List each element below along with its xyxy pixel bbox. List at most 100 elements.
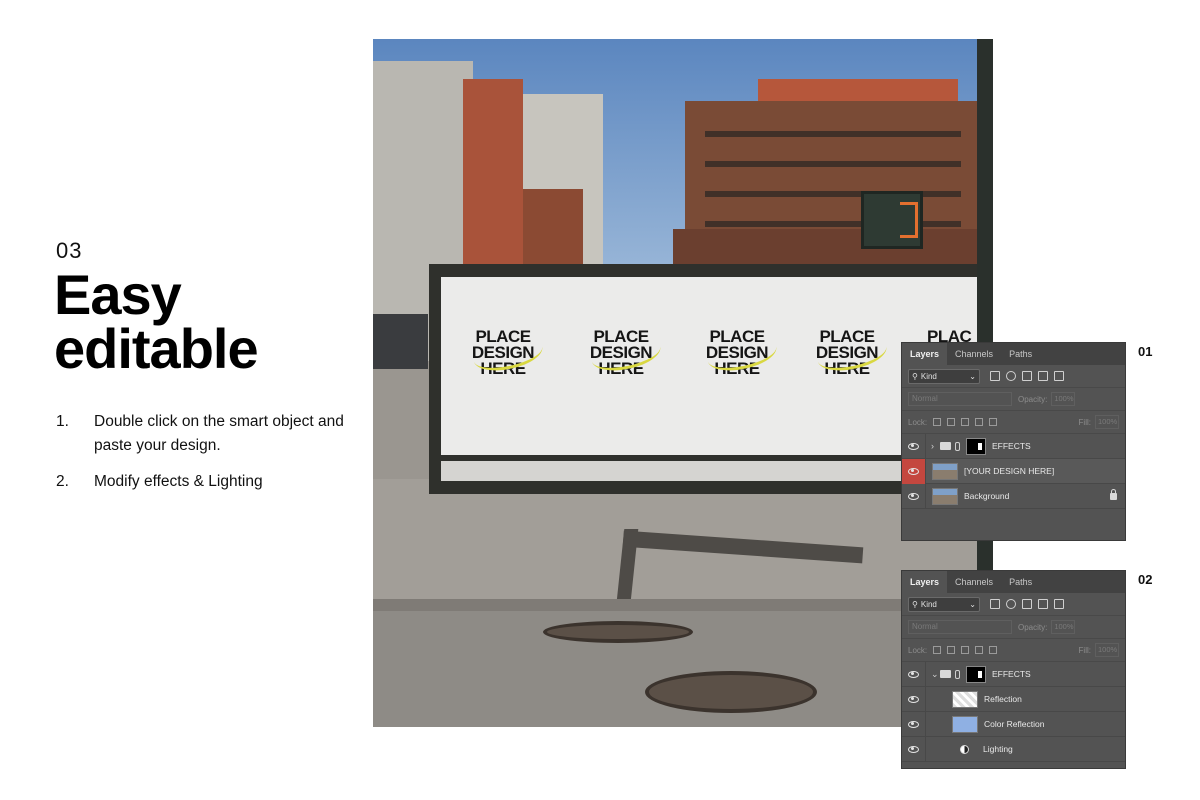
- instruction-item: 1. Double click on the smart object and …: [56, 410, 356, 458]
- blend-mode-select[interactable]: Normal: [908, 392, 1012, 406]
- step-number: 03: [56, 238, 83, 263]
- kind-filter-select[interactable]: ⚲ Kind ⌄: [908, 596, 980, 612]
- layer-row-effects[interactable]: ⌄ EFFECTS: [902, 661, 1125, 687]
- visibility-toggle[interactable]: [902, 736, 926, 762]
- lock-artboard-icon[interactable]: [975, 646, 984, 654]
- link-icon: [955, 669, 960, 679]
- tab-layers[interactable]: Layers: [902, 571, 948, 593]
- mask-thumbnail: [966, 437, 986, 455]
- tab-paths[interactable]: Paths: [1001, 343, 1040, 365]
- instruction-number: 2.: [56, 473, 69, 490]
- type-filter-icon[interactable]: [1022, 371, 1032, 381]
- chevron-right-icon[interactable]: ›: [931, 441, 937, 451]
- filter-row: ⚲ Kind ⌄: [902, 365, 1125, 388]
- shape-filter-icon[interactable]: [1038, 371, 1048, 381]
- lock-paint-icon[interactable]: [947, 418, 956, 426]
- lock-paint-icon[interactable]: [947, 646, 956, 654]
- lock-label: Lock:: [908, 417, 928, 427]
- lock-position-icon[interactable]: [961, 646, 970, 654]
- poster: PLACE DESIGN HERE: [455, 328, 551, 377]
- pixel-filter-icon[interactable]: [990, 599, 1000, 609]
- visibility-toggle[interactable]: [902, 458, 926, 484]
- building-roof: [758, 79, 958, 103]
- headline-line-2: editable: [54, 317, 259, 380]
- search-icon: ⚲: [912, 599, 918, 609]
- eye-icon: [908, 670, 919, 678]
- adjustment-filter-icon[interactable]: [1006, 371, 1016, 381]
- panel-tabs: Layers Channels Paths: [902, 343, 1125, 365]
- type-filter-icon[interactable]: [1022, 599, 1032, 609]
- layer-row-color-reflection[interactable]: Color Reflection: [902, 711, 1125, 737]
- visibility-toggle[interactable]: [902, 433, 926, 459]
- blend-mode-select[interactable]: Normal: [908, 620, 1012, 634]
- curb: [373, 599, 993, 611]
- lock-pixels-icon[interactable]: [933, 646, 942, 654]
- window-row: [705, 131, 961, 137]
- layer-row-lighting[interactable]: Lighting: [902, 736, 1125, 762]
- headline-line-1: Easy: [54, 263, 182, 326]
- eye-icon: [908, 720, 919, 728]
- poster: PLACE DESIGN HERE: [689, 328, 785, 377]
- visibility-toggle[interactable]: [902, 661, 926, 687]
- panel-label-01: 01: [1138, 344, 1153, 359]
- lock-artboard-icon[interactable]: [975, 418, 984, 426]
- lock-row: Lock: Fill: 100%: [902, 411, 1125, 434]
- lock-pixels-icon[interactable]: [933, 418, 942, 426]
- layer-name: [YOUR DESIGN HERE]: [964, 466, 1055, 476]
- opacity-field[interactable]: 100%: [1051, 392, 1076, 406]
- smart-object-filter-icon[interactable]: [1054, 599, 1064, 609]
- lock-all-icon[interactable]: [989, 418, 998, 426]
- layer-name: Reflection: [984, 694, 1022, 704]
- adjustment-filter-icon[interactable]: [1006, 599, 1016, 609]
- kind-label: Kind: [920, 599, 937, 609]
- pixel-filter-icon[interactable]: [990, 371, 1000, 381]
- chevron-down-icon: ⌄: [969, 371, 976, 381]
- lock-label: Lock:: [908, 645, 928, 655]
- lock-icons: [933, 418, 998, 426]
- instruction-number: 1.: [56, 413, 69, 430]
- visibility-toggle[interactable]: [902, 686, 926, 712]
- layers-panel-01: Layers Channels Paths ⚲ Kind ⌄ Normal Op…: [901, 342, 1126, 541]
- layer-name: Color Reflection: [984, 719, 1045, 729]
- opacity-field[interactable]: 100%: [1051, 620, 1076, 634]
- chevron-down-icon: ⌄: [969, 599, 976, 609]
- eye-icon: [908, 745, 919, 753]
- instruction-item: 2. Modify effects & Lighting: [56, 470, 356, 494]
- kind-filter-select[interactable]: ⚲ Kind ⌄: [908, 368, 980, 384]
- fill-label: Fill:: [1078, 417, 1091, 427]
- color-fill-thumbnail: [952, 715, 978, 733]
- visibility-toggle[interactable]: [902, 483, 926, 509]
- layer-name: Background: [964, 491, 1010, 501]
- tab-channels[interactable]: Channels: [947, 343, 1001, 365]
- fill-field[interactable]: 100%: [1095, 415, 1119, 429]
- adjustment-layer-icon: [960, 744, 969, 754]
- instruction-list: 1. Double click on the smart object and …: [56, 410, 356, 506]
- eye-icon: [908, 467, 919, 475]
- layer-row-your-design[interactable]: [YOUR DESIGN HERE]: [902, 458, 1125, 484]
- layer-row-reflection[interactable]: Reflection: [902, 686, 1125, 712]
- layer-row-background[interactable]: Background: [902, 483, 1125, 509]
- window-row: [705, 161, 961, 167]
- smart-object-filter-icon[interactable]: [1054, 371, 1064, 381]
- layer-row-effects[interactable]: › EFFECTS: [902, 433, 1125, 459]
- folder-icon: [940, 442, 951, 450]
- eye-icon: [908, 492, 919, 500]
- tab-layers[interactable]: Layers: [902, 343, 948, 365]
- fill-field[interactable]: 100%: [1095, 643, 1119, 657]
- lock-position-icon[interactable]: [961, 418, 970, 426]
- filter-row: ⚲ Kind ⌄: [902, 593, 1125, 616]
- visibility-toggle[interactable]: [902, 711, 926, 737]
- fill-label: Fill:: [1078, 645, 1091, 655]
- tab-paths[interactable]: Paths: [1001, 571, 1040, 593]
- filter-icons: [990, 371, 1064, 381]
- poster: PLACE DESIGN HERE: [573, 328, 669, 377]
- shape-filter-icon[interactable]: [1038, 599, 1048, 609]
- reflection-thumbnail: [952, 690, 978, 708]
- eye-icon: [908, 442, 919, 450]
- chevron-down-icon[interactable]: ⌄: [931, 669, 939, 680]
- lock-all-icon[interactable]: [989, 646, 998, 654]
- blend-row: Normal Opacity: 100%: [902, 616, 1125, 639]
- tab-channels[interactable]: Channels: [947, 571, 1001, 593]
- opacity-label: Opacity:: [1018, 394, 1048, 404]
- layer-name: EFFECTS: [992, 669, 1031, 679]
